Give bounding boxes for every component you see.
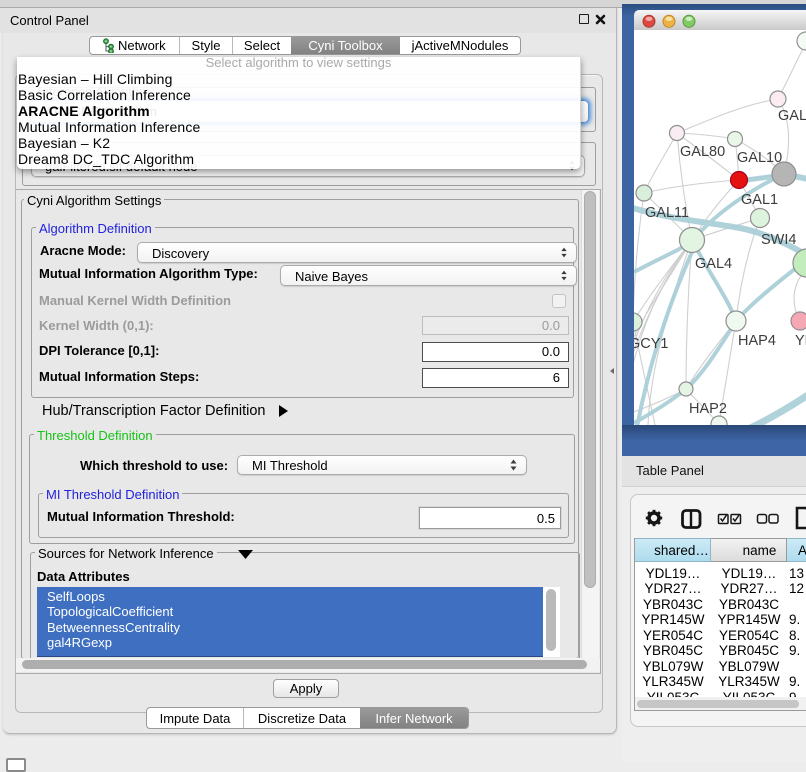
svg-text:GAL7: GAL7 xyxy=(778,108,806,124)
svg-text:GAL10: GAL10 xyxy=(737,150,782,166)
svg-text:HAP4: HAP4 xyxy=(738,333,776,349)
svg-text:GAL4: GAL4 xyxy=(695,256,732,272)
svg-text:GAL1: GAL1 xyxy=(741,192,778,208)
svg-text:YL: YL xyxy=(795,333,806,349)
svg-text:SWI4: SWI4 xyxy=(761,232,796,248)
svg-text:GAL80: GAL80 xyxy=(680,144,725,160)
svg-text:GAL11: GAL11 xyxy=(645,205,689,221)
svg-text:GCY1: GCY1 xyxy=(634,336,669,352)
svg-text:HAP2: HAP2 xyxy=(689,401,727,417)
